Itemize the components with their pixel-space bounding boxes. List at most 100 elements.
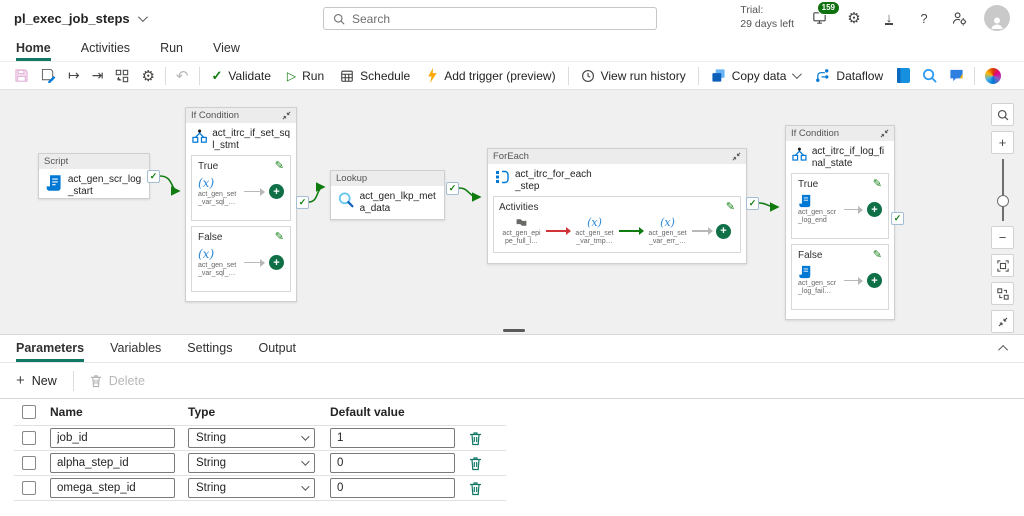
inner-activity-set-var-tmp[interactable]: (x) act_gen_set_var_tmp… <box>574 216 615 246</box>
select-all-checkbox[interactable] <box>22 405 36 419</box>
add-activity-button[interactable]: + <box>867 273 882 289</box>
comments-button[interactable] <box>943 64 970 88</box>
add-activity-button[interactable]: + <box>269 255 284 271</box>
edit-pencil-icon[interactable]: ✎ <box>275 231 284 243</box>
activity-lookup[interactable]: Lookup act_gen_lkp_meta_data <box>330 170 445 220</box>
row-checkbox[interactable] <box>22 431 36 445</box>
collapse-icon[interactable] <box>732 152 741 161</box>
undo-button[interactable]: ↶ <box>170 64 195 88</box>
activity-if-set-sql[interactable]: If Condition act_itrc_if_set_sql_stmt Tr… <box>185 107 297 302</box>
delete-row-button[interactable] <box>469 431 482 446</box>
delete-row-button[interactable] <box>469 481 482 496</box>
dataflow-button[interactable]: Dataflow <box>807 64 891 88</box>
import-template-button[interactable]: ⇥ <box>86 64 110 88</box>
param-name-input[interactable] <box>50 428 175 448</box>
collapse-icon[interactable] <box>880 129 889 138</box>
inner-activity-invoke-pipeline[interactable]: act_gen_epipe_full_l… <box>501 216 542 246</box>
tab-home[interactable]: Home <box>16 36 51 61</box>
activity-if-log-final[interactable]: If Condition act_itrc_if_log_final_state… <box>785 125 895 320</box>
foreach-activities-panel[interactable]: Activities ✎ act_gen_epipe_full_l… (x) a… <box>493 196 741 254</box>
search-blue-icon <box>923 69 937 83</box>
canvas-search-button[interactable] <box>991 103 1014 126</box>
tab-output[interactable]: Output <box>258 335 296 362</box>
set-variable-icon: (x) <box>660 216 675 229</box>
param-default-input[interactable] <box>330 453 455 473</box>
pipeline-name-menu[interactable]: pl_exec_job_steps <box>14 11 148 26</box>
on-success-badge[interactable]: ✓ <box>746 197 759 210</box>
set-variable-icon: (x) <box>587 216 602 229</box>
export-template-button[interactable]: ↦ <box>62 64 86 88</box>
if-true-branch[interactable]: True ✎ act_gen_scr_log_end + <box>791 173 889 239</box>
collapse-icon <box>998 317 1007 326</box>
settings-button[interactable]: ⚙ <box>844 8 864 28</box>
add-activity-button[interactable]: + <box>716 223 731 239</box>
zoom-in-button[interactable]: + <box>991 131 1014 154</box>
help-button[interactable]: ? <box>914 8 934 28</box>
add-activity-button[interactable]: + <box>269 184 284 200</box>
feedback-button[interactable] <box>949 8 969 28</box>
new-parameter-button[interactable]: + New <box>16 373 57 388</box>
if-false-branch[interactable]: False ✎ act_gen_scr_log_fail… + <box>791 244 889 310</box>
copy-data-button[interactable]: Copy data <box>703 64 808 88</box>
inner-activity-set-var-err[interactable]: (x) act_gen_set_var_err_… <box>647 216 688 246</box>
edit-pencil-icon[interactable]: ✎ <box>275 160 284 172</box>
tab-variables[interactable]: Variables <box>110 335 161 362</box>
edit-pencil-icon[interactable]: ✎ <box>873 178 882 190</box>
tab-run[interactable]: Run <box>160 36 183 61</box>
on-success-badge[interactable]: ✓ <box>147 170 160 183</box>
canvas-horizontal-scrollbar[interactable] <box>503 329 525 332</box>
copilot-button[interactable] <box>979 64 1007 88</box>
edit-pencil-icon[interactable]: ✎ <box>726 201 735 213</box>
auto-align-button[interactable] <box>991 282 1014 305</box>
snippets-button[interactable] <box>109 64 135 88</box>
zoom-slider[interactable] <box>991 159 1014 221</box>
tab-settings[interactable]: Settings <box>187 335 232 362</box>
collapse-all-button[interactable] <box>991 310 1014 333</box>
row-checkbox[interactable] <box>22 456 36 470</box>
param-default-input[interactable] <box>330 428 455 448</box>
delete-parameter-button[interactable]: Delete <box>90 374 145 388</box>
tab-activities[interactable]: Activities <box>81 36 130 61</box>
row-checkbox[interactable] <box>22 481 36 495</box>
trash-icon <box>470 456 481 470</box>
collapse-panel-button[interactable] <box>998 335 1009 362</box>
account-avatar[interactable] <box>984 5 1010 31</box>
save-as-button[interactable] <box>35 64 62 88</box>
delete-row-button[interactable] <box>469 456 482 471</box>
pipeline-settings-button[interactable]: ⚙ <box>135 64 160 88</box>
search-activities-button[interactable] <box>916 64 943 88</box>
global-search-input[interactable]: Search <box>323 7 657 30</box>
on-success-badge[interactable]: ✓ <box>446 182 459 195</box>
save-button[interactable] <box>8 64 35 88</box>
edit-pencil-icon[interactable]: ✎ <box>873 249 882 261</box>
on-success-badge[interactable]: ✓ <box>891 212 904 225</box>
run-button[interactable]: ▷ Run <box>279 64 332 88</box>
if-true-branch[interactable]: True ✎ (x) act_gen_set_var_sql_… + <box>191 155 291 221</box>
param-type-select[interactable]: String <box>188 478 315 498</box>
zoom-out-button[interactable]: − <box>991 226 1014 249</box>
zoom-slider-handle[interactable] <box>996 195 1009 207</box>
schedule-button[interactable]: Schedule <box>332 64 418 88</box>
param-name-input[interactable] <box>50 478 175 498</box>
downloads-button[interactable]: ↓ <box>879 8 899 28</box>
view-run-history-button[interactable]: View run history <box>573 64 694 88</box>
toolbar-divider <box>974 66 976 85</box>
tab-view[interactable]: View <box>213 36 240 61</box>
tab-parameters[interactable]: Parameters <box>16 335 85 362</box>
fit-to-screen-button[interactable] <box>991 254 1014 277</box>
param-type-select[interactable]: String <box>188 453 315 473</box>
param-default-input[interactable] <box>330 478 455 498</box>
activity-foreach[interactable]: ForEach act_itrc_for_each_step Activitie… <box>487 148 747 264</box>
activity-script[interactable]: Script act_gen_scr_log_start <box>38 153 150 199</box>
param-type-select[interactable]: String <box>188 428 315 448</box>
validate-button[interactable]: ✓ Validate <box>204 64 279 88</box>
param-name-input[interactable] <box>50 453 175 473</box>
collapse-icon[interactable] <box>282 111 291 120</box>
pipeline-canvas[interactable]: Script act_gen_scr_log_start If Conditio… <box>0 90 1024 335</box>
if-false-branch[interactable]: False ✎ (x) act_gen_set_var_sql_… + <box>191 226 291 292</box>
add-trigger-button[interactable]: Add trigger (preview) <box>418 64 563 88</box>
whats-new-button[interactable]: 159 <box>809 1 840 28</box>
add-activity-button[interactable]: + <box>867 202 882 218</box>
on-success-badge[interactable]: ✓ <box>296 196 309 209</box>
notebook-button[interactable] <box>891 64 916 88</box>
